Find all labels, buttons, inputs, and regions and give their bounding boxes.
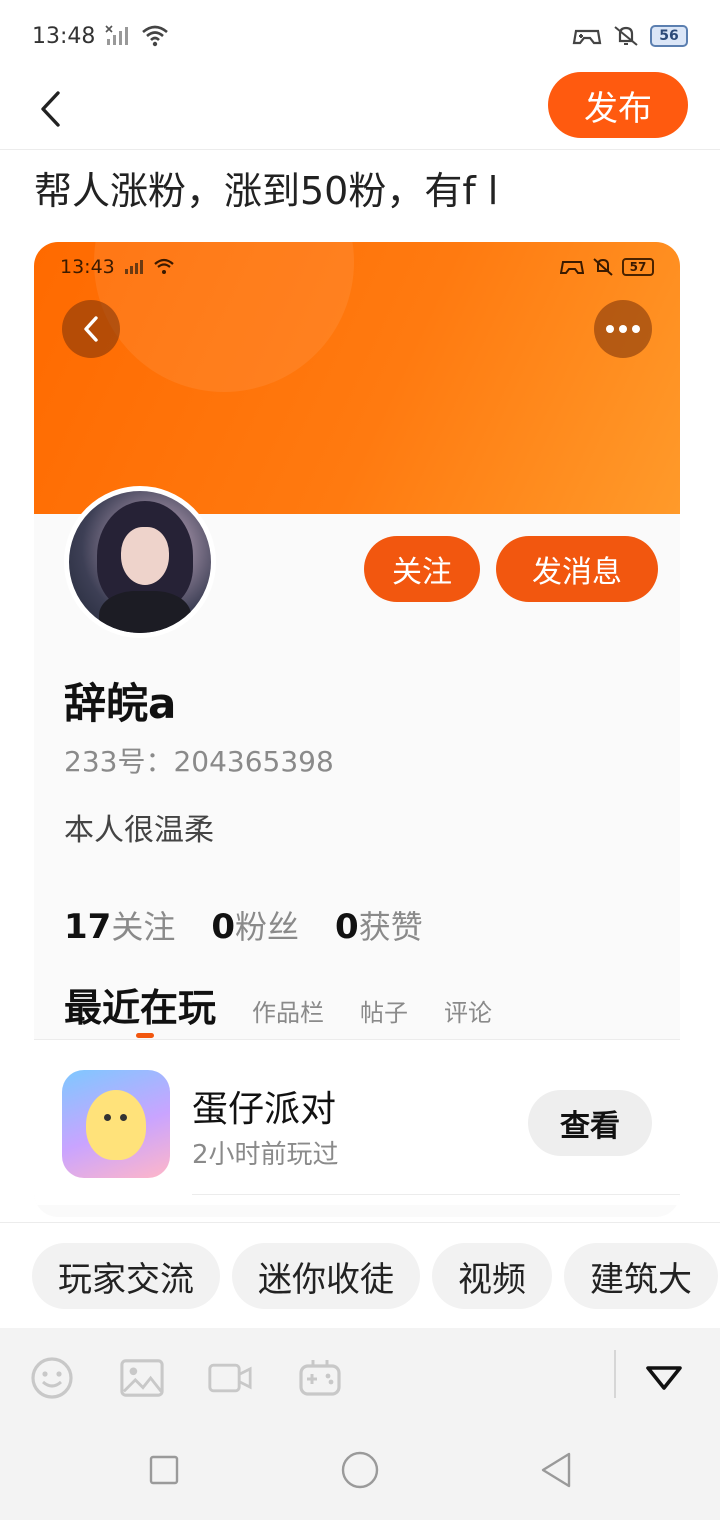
mascot-eye	[120, 1114, 127, 1121]
profile-bio: 本人很温柔	[64, 813, 214, 848]
stat-likes-count: 0	[335, 907, 359, 947]
tab-posts[interactable]: 帖子	[360, 993, 408, 1028]
recent-apps-button[interactable]	[142, 1448, 186, 1492]
back-icon	[541, 1452, 571, 1488]
status-bar: 13:48 56	[0, 0, 720, 72]
status-right: 56	[572, 25, 688, 47]
profile-nickname: 辞皖a	[64, 679, 177, 728]
profile-stats: 17 关注 0 粉丝 0 获赞	[64, 902, 423, 948]
tab-recently-played[interactable]: 最近在玩	[64, 977, 216, 1038]
toolbar-divider	[614, 1350, 616, 1398]
top-bar: 发布	[0, 72, 720, 150]
signal-icon	[105, 25, 131, 47]
stat-fans-label: 粉丝	[235, 908, 300, 946]
stat-likes[interactable]: 0 获赞	[335, 902, 423, 948]
more-dots-icon	[606, 325, 640, 333]
image-icon	[120, 1359, 164, 1397]
image-button[interactable]	[120, 1356, 164, 1400]
compose-toolbar	[0, 1328, 720, 1424]
tag-building[interactable]: 建筑大	[564, 1243, 718, 1309]
game-list-item[interactable]: 蛋仔派对 2小时前玩过 查看	[34, 1039, 680, 1205]
follow-button[interactable]: 关注	[364, 536, 480, 602]
wifi-icon	[141, 25, 169, 47]
emoji-button[interactable]	[30, 1356, 74, 1400]
avatar-face	[121, 527, 169, 585]
status-time: 13:48	[32, 23, 96, 49]
chevron-left-icon	[84, 316, 98, 342]
mute-bell-icon	[612, 25, 640, 47]
tag-player-exchange[interactable]: 玩家交流	[32, 1243, 220, 1309]
home-button[interactable]	[338, 1448, 382, 1492]
inner-battery-indicator: 57	[622, 258, 654, 276]
send-message-button[interactable]: 发消息	[496, 536, 658, 602]
row-divider	[192, 1194, 680, 1195]
stat-fans[interactable]: 0 粉丝	[211, 902, 299, 948]
game-last-played: 2小时前玩过	[192, 1140, 339, 1170]
profile-uid: 233号：204365398	[64, 745, 334, 778]
stat-likes-label: 获赞	[358, 908, 423, 946]
collapse-keyboard-button[interactable]	[642, 1356, 686, 1400]
publish-button[interactable]: 发布	[548, 72, 688, 138]
inner-status-bar: 13:43 57	[60, 256, 654, 278]
stat-following-count: 17	[64, 907, 112, 947]
view-game-button[interactable]: 查看	[528, 1090, 652, 1156]
mascot-eye	[104, 1114, 111, 1121]
status-left: 13:48	[32, 24, 169, 49]
tag-mini-apprentice[interactable]: 迷你收徒	[232, 1243, 420, 1309]
game-button[interactable]	[298, 1356, 342, 1400]
egg-mascot	[86, 1090, 146, 1160]
gamepad-icon	[299, 1360, 341, 1396]
inner-mute-bell-icon	[593, 258, 613, 276]
game-name: 蛋仔派对	[192, 1089, 337, 1130]
profile-back-button[interactable]	[62, 300, 120, 358]
tab-comments[interactable]: 评论	[444, 993, 492, 1028]
game-app-icon	[62, 1070, 170, 1178]
tab-works[interactable]: 作品栏	[252, 993, 324, 1028]
topic-tag-bar: 玩家交流 迷你收徒 视频 建筑大	[0, 1222, 720, 1328]
emoji-icon	[31, 1357, 73, 1399]
avatar-body	[99, 591, 191, 633]
profile-tabs: 最近在玩 作品栏 帖子 评论	[64, 977, 492, 1038]
inner-status-time: 13:43	[60, 256, 115, 278]
system-nav-bar	[0, 1424, 720, 1520]
back-button[interactable]	[30, 84, 70, 134]
inner-game-mode-icon	[560, 261, 584, 274]
battery-indicator: 56	[650, 25, 688, 47]
home-icon	[341, 1451, 379, 1489]
profile-cover: 13:43 57	[34, 242, 680, 514]
profile-avatar[interactable]	[64, 486, 216, 638]
inner-signal-icon	[124, 260, 143, 274]
stat-following-label: 关注	[111, 908, 176, 946]
collapse-icon	[646, 1366, 682, 1390]
recent-apps-icon	[149, 1455, 179, 1485]
stat-fans-count: 0	[211, 907, 236, 947]
game-mode-icon	[572, 25, 602, 47]
post-title-input[interactable]: 帮人涨粉，涨到50粉，有f l	[34, 160, 498, 215]
attached-screenshot[interactable]: 13:43 57 关注 发消息 辞皖a 233号：204365398 本人很温柔…	[34, 242, 680, 1217]
profile-more-button[interactable]	[594, 300, 652, 358]
system-back-button[interactable]	[534, 1448, 578, 1492]
topic-tags: 玩家交流 迷你收徒 视频 建筑大	[32, 1243, 718, 1309]
video-button[interactable]	[208, 1356, 252, 1400]
video-icon	[208, 1363, 252, 1393]
inner-wifi-icon	[154, 258, 174, 274]
tag-video[interactable]: 视频	[432, 1243, 552, 1309]
chevron-left-icon	[41, 91, 60, 127]
stat-following[interactable]: 17 关注	[64, 902, 175, 948]
